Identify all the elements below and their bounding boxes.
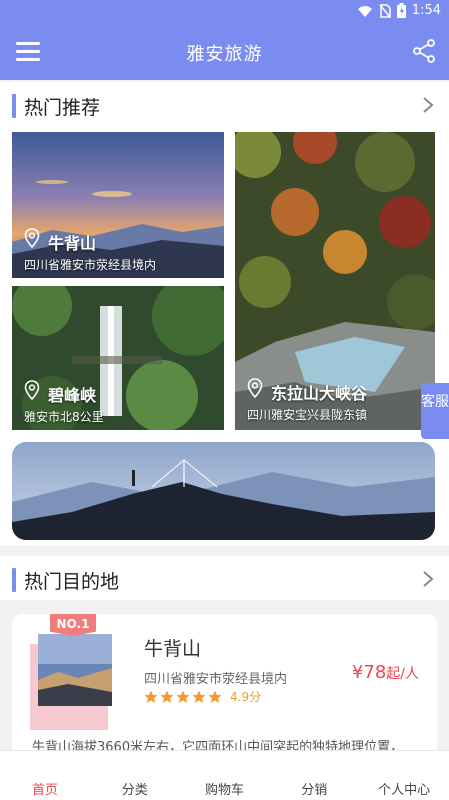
recommend-card-donglashan[interactable]: 东拉山大峡谷 四川雅安宝兴县陇东镇 bbox=[235, 132, 435, 430]
mountain-thumbnail-image bbox=[38, 634, 112, 706]
promo-banner[interactable] bbox=[12, 442, 435, 540]
section-accent-bar bbox=[12, 568, 16, 592]
recommend-addr: 四川省雅安市荥经县境内 bbox=[24, 258, 157, 272]
recommend-name: 碧峰峡 bbox=[48, 386, 97, 405]
recommend-name: 牛背山 bbox=[48, 234, 97, 253]
recommend-addr: 雅安市北8公里 bbox=[24, 410, 104, 424]
hot-recommend-title: 热门推荐 bbox=[24, 97, 101, 119]
tab-home[interactable]: 首页 bbox=[0, 751, 90, 800]
tab-cart[interactable]: 购物车 bbox=[180, 751, 270, 800]
tab-category[interactable]: 分类 bbox=[90, 751, 180, 800]
star-icon bbox=[208, 690, 222, 703]
destination-address: 四川省雅安市荥经县境内 bbox=[144, 672, 288, 687]
star-icon bbox=[192, 690, 206, 703]
recommend-card-bifengxia[interactable]: 碧峰峡 雅安市北8公里 bbox=[12, 286, 224, 430]
no-sim-icon bbox=[379, 3, 391, 18]
customer-service-button[interactable]: 客服 bbox=[421, 383, 449, 439]
hot-recommend-grid: 牛背山 四川省雅安市荥经县境内 碧峰峡 雅安市北8公里 东拉山大峡谷 四川雅安宝… bbox=[0, 130, 449, 546]
destination-name: 牛背山 bbox=[144, 638, 202, 660]
recommend-addr: 四川雅安宝兴县陇东镇 bbox=[247, 408, 368, 422]
star-icon bbox=[144, 690, 158, 703]
destination-thumbnail bbox=[38, 634, 112, 706]
location-pin-icon bbox=[24, 380, 40, 400]
tab-profile[interactable]: 个人中心 bbox=[359, 751, 449, 800]
page-title: 雅安旅游 bbox=[186, 44, 263, 65]
section-accent-bar bbox=[12, 94, 16, 118]
destination-price: ¥78起/人 bbox=[352, 662, 419, 683]
destination-card[interactable]: NO.1 牛背山 四川省雅安市荥经县境内 ¥78起/人 4.9分 牛背山海拔36… bbox=[12, 614, 437, 764]
mountain-prayer-flags-image bbox=[12, 442, 435, 540]
status-icons: 1:54 bbox=[357, 3, 441, 18]
app-bar: 雅安旅游 bbox=[0, 24, 449, 80]
hot-destination-header: 热门目的地 bbox=[0, 556, 449, 604]
hot-recommend-header: 热门推荐 bbox=[0, 82, 449, 130]
location-pin-icon bbox=[24, 228, 40, 248]
rating-score: 4.9分 bbox=[230, 690, 262, 704]
recommend-name: 东拉山大峡谷 bbox=[271, 384, 368, 403]
wifi-icon bbox=[357, 5, 372, 17]
star-icon bbox=[176, 690, 190, 703]
rating-stars: 4.9分 bbox=[144, 688, 261, 705]
status-time: 1:54 bbox=[411, 3, 441, 18]
tab-distribution[interactable]: 分销 bbox=[269, 751, 359, 800]
price-value: ¥78 bbox=[351, 662, 387, 683]
hot-destination-title: 热门目的地 bbox=[24, 571, 120, 593]
hot-destination-list: NO.1 牛背山 四川省雅安市荥经县境内 ¥78起/人 4.9分 牛背山海拔36… bbox=[0, 600, 449, 764]
share-icon[interactable] bbox=[411, 38, 437, 64]
bottom-tab-bar: 首页 分类 购物车 分销 个人中心 bbox=[0, 750, 449, 800]
rank-badge: NO.1 bbox=[50, 614, 96, 636]
chevron-right-icon[interactable] bbox=[419, 95, 437, 115]
status-bar: 1:54 bbox=[0, 0, 449, 24]
battery-icon bbox=[396, 3, 406, 18]
star-icon bbox=[160, 690, 174, 703]
price-unit: 起/人 bbox=[386, 666, 419, 682]
recommend-card-niubeishan[interactable]: 牛背山 四川省雅安市荥经县境内 bbox=[12, 132, 224, 278]
location-pin-icon bbox=[247, 378, 263, 398]
chevron-right-icon[interactable] bbox=[419, 569, 437, 589]
